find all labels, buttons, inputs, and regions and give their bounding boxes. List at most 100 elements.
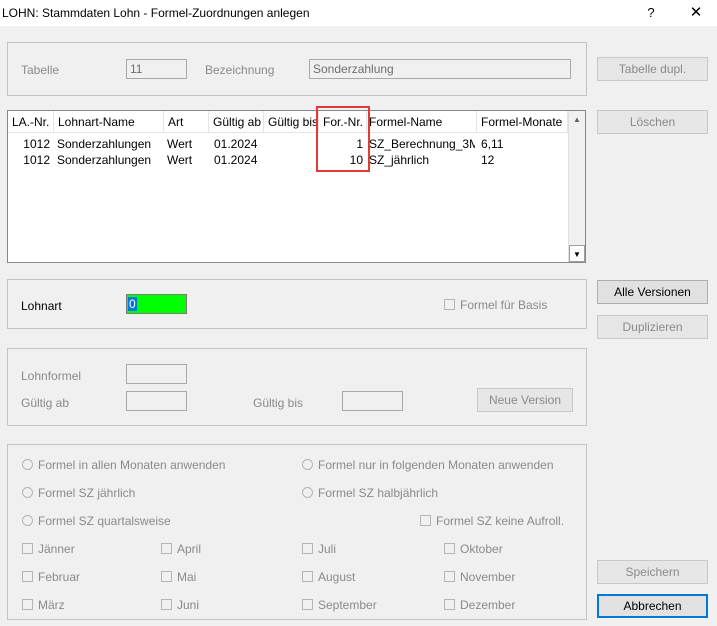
column-header-gueltig-ab[interactable]: Gültig ab [209, 111, 264, 133]
radio-formel-folgende-monate-label: Formel nur in folgenden Monaten anwenden [318, 458, 554, 472]
scroll-down-arrow-icon[interactable]: ▼ [569, 245, 585, 262]
tabelle-dupl-button[interactable]: Tabelle dupl. [597, 57, 708, 81]
cell-formel-name: SZ_Berechnung_3M [369, 137, 475, 151]
column-header-gueltig-bis[interactable]: Gültig bis [264, 111, 319, 133]
month-label: September [318, 598, 377, 612]
month-label: April [177, 542, 202, 556]
table-row[interactable]: 1012 Sonderzahlungen Wert 01.2024 10 SZ_… [8, 152, 568, 168]
radio-formel-alle-monate-label: Formel in allen Monaten anwenden [38, 458, 226, 472]
gueltig-bis-field[interactable] [342, 391, 403, 411]
cell-for-nr: 1 [356, 137, 363, 151]
checkbox-februar[interactable]: Februar [22, 570, 80, 584]
checkbox-box-icon [22, 571, 33, 582]
checkbox-box-icon [444, 299, 455, 310]
checkbox-box-icon [22, 543, 33, 554]
checkbox-dezember[interactable]: Dezember [444, 598, 515, 612]
checkbox-keine-aufroll-label: Formel SZ keine Aufroll. [436, 514, 565, 528]
gueltig-ab-field[interactable] [126, 391, 187, 411]
lohnart-label: Lohnart [21, 299, 62, 313]
tabelle-field[interactable]: 11 [126, 59, 187, 79]
month-label: Juni [177, 598, 200, 612]
scroll-up-arrow-icon[interactable]: ▲ [569, 111, 585, 128]
checkbox-mai[interactable]: Mai [161, 570, 196, 584]
gueltig-bis-label: Gültig bis [253, 396, 304, 410]
radio-formel-folgende-monate[interactable]: Formel nur in folgenden Monaten anwenden [302, 458, 554, 472]
checkbox-november[interactable]: November [444, 570, 515, 584]
cell-gueltig-ab: 01.2024 [214, 137, 258, 151]
help-button[interactable]: ? [630, 0, 672, 26]
radio-formel-sz-quartal-label: Formel SZ quartalsweise [38, 514, 171, 528]
radio-formel-alle-monate[interactable]: Formel in allen Monaten anwenden [22, 458, 225, 472]
checkbox-box-icon [444, 543, 455, 554]
loeschen-button[interactable]: Löschen [597, 110, 708, 134]
speichern-button[interactable]: Speichern [597, 560, 708, 584]
checkbox-august[interactable]: August [302, 570, 355, 584]
cell-la-nr: 1012 [23, 153, 50, 167]
checkbox-box-icon [161, 543, 172, 554]
checkbox-april[interactable]: April [161, 542, 201, 556]
formel-fuer-basis-checkbox[interactable]: Formel für Basis [444, 298, 547, 312]
checkbox-box-icon [302, 599, 313, 610]
cell-gueltig-ab: 01.2024 [214, 153, 258, 167]
cell-lohnart-name: Sonderzahlungen [57, 153, 152, 167]
list-header: LA.-Nr. Lohnart-Name Art Gültig ab Gülti… [8, 111, 568, 133]
month-label: Juli [318, 542, 337, 556]
cell-formel-monate: 6,11 [481, 137, 504, 151]
alle-versionen-button[interactable]: Alle Versionen [597, 280, 708, 304]
cell-gueltig-bis [268, 152, 318, 168]
neue-version-button[interactable]: Neue Version [477, 388, 573, 412]
radio-dot-icon [302, 487, 313, 498]
checkbox-oktober[interactable]: Oktober [444, 542, 503, 556]
lohnart-value: 0 [128, 297, 137, 311]
radio-formel-sz-jaehrlich[interactable]: Formel SZ jährlich [22, 486, 135, 500]
column-header-art[interactable]: Art [164, 111, 209, 133]
cell-art: Wert [167, 137, 193, 151]
checkbox-juli[interactable]: Juli [302, 542, 336, 556]
title-bar: LOHN: Stammdaten Lohn - Formel-Zuordnung… [0, 0, 717, 26]
checkbox-box-icon [161, 571, 172, 582]
column-header-la-nr[interactable]: LA.-Nr. [8, 111, 54, 133]
cell-la-nr: 1012 [23, 137, 50, 151]
month-label: Jänner [38, 542, 75, 556]
radio-formel-sz-halbjaehrlich-label: Formel SZ halbjährlich [318, 486, 439, 500]
month-label: November [460, 570, 516, 584]
column-header-for-nr[interactable]: For.-Nr. [319, 111, 367, 133]
radio-formel-sz-halbjaehrlich[interactable]: Formel SZ halbjährlich [302, 486, 438, 500]
cell-gueltig-bis [268, 136, 318, 152]
column-header-lohnart-name[interactable]: Lohnart-Name [54, 111, 164, 133]
checkbox-box-icon [444, 571, 455, 582]
month-label: Mai [177, 570, 197, 584]
column-header-formel-monate[interactable]: Formel-Monate [477, 111, 568, 133]
radio-dot-icon [22, 459, 33, 470]
checkbox-keine-aufroll[interactable]: Formel SZ keine Aufroll. [420, 514, 564, 528]
column-header-formel-name[interactable]: Formel-Name [367, 111, 477, 133]
month-label: August [318, 570, 356, 584]
radio-formel-sz-jaehrlich-label: Formel SZ jährlich [38, 486, 136, 500]
bezeichnung-field[interactable]: Sonderzahlung [309, 59, 571, 79]
abbrechen-button[interactable]: Abbrechen [597, 594, 708, 618]
checkbox-box-icon [22, 599, 33, 610]
bezeichnung-label: Bezeichnung [205, 63, 275, 77]
checkbox-box-icon [302, 571, 313, 582]
cell-formel-name: SZ_jährlich [369, 153, 430, 167]
month-label: Oktober [460, 542, 503, 556]
lohnformel-group [7, 348, 587, 426]
radio-dot-icon [302, 459, 313, 470]
table-row[interactable]: 1012 Sonderzahlungen Wert 01.2024 1 SZ_B… [8, 136, 568, 152]
formula-assignment-list[interactable]: LA.-Nr. Lohnart-Name Art Gültig ab Gülti… [7, 110, 586, 263]
vertical-scrollbar[interactable]: ▲ ▼ [568, 111, 585, 262]
close-button[interactable]: ✕ [675, 0, 717, 26]
formel-fuer-basis-label: Formel für Basis [460, 298, 548, 312]
checkbox-september[interactable]: September [302, 598, 377, 612]
cell-formel-monate: 12 [481, 153, 495, 167]
duplizieren-button[interactable]: Duplizieren [597, 315, 708, 339]
checkbox-box-icon [444, 599, 455, 610]
checkbox-maerz[interactable]: März [22, 598, 65, 612]
checkbox-juni[interactable]: Juni [161, 598, 199, 612]
radio-formel-sz-quartal[interactable]: Formel SZ quartalsweise [22, 514, 171, 528]
checkbox-jaenner[interactable]: Jänner [22, 542, 75, 556]
lohnart-field[interactable]: 0 [126, 294, 187, 314]
lohnformel-field[interactable] [126, 364, 187, 384]
checkbox-box-icon [302, 543, 313, 554]
month-label: Februar [38, 570, 81, 584]
